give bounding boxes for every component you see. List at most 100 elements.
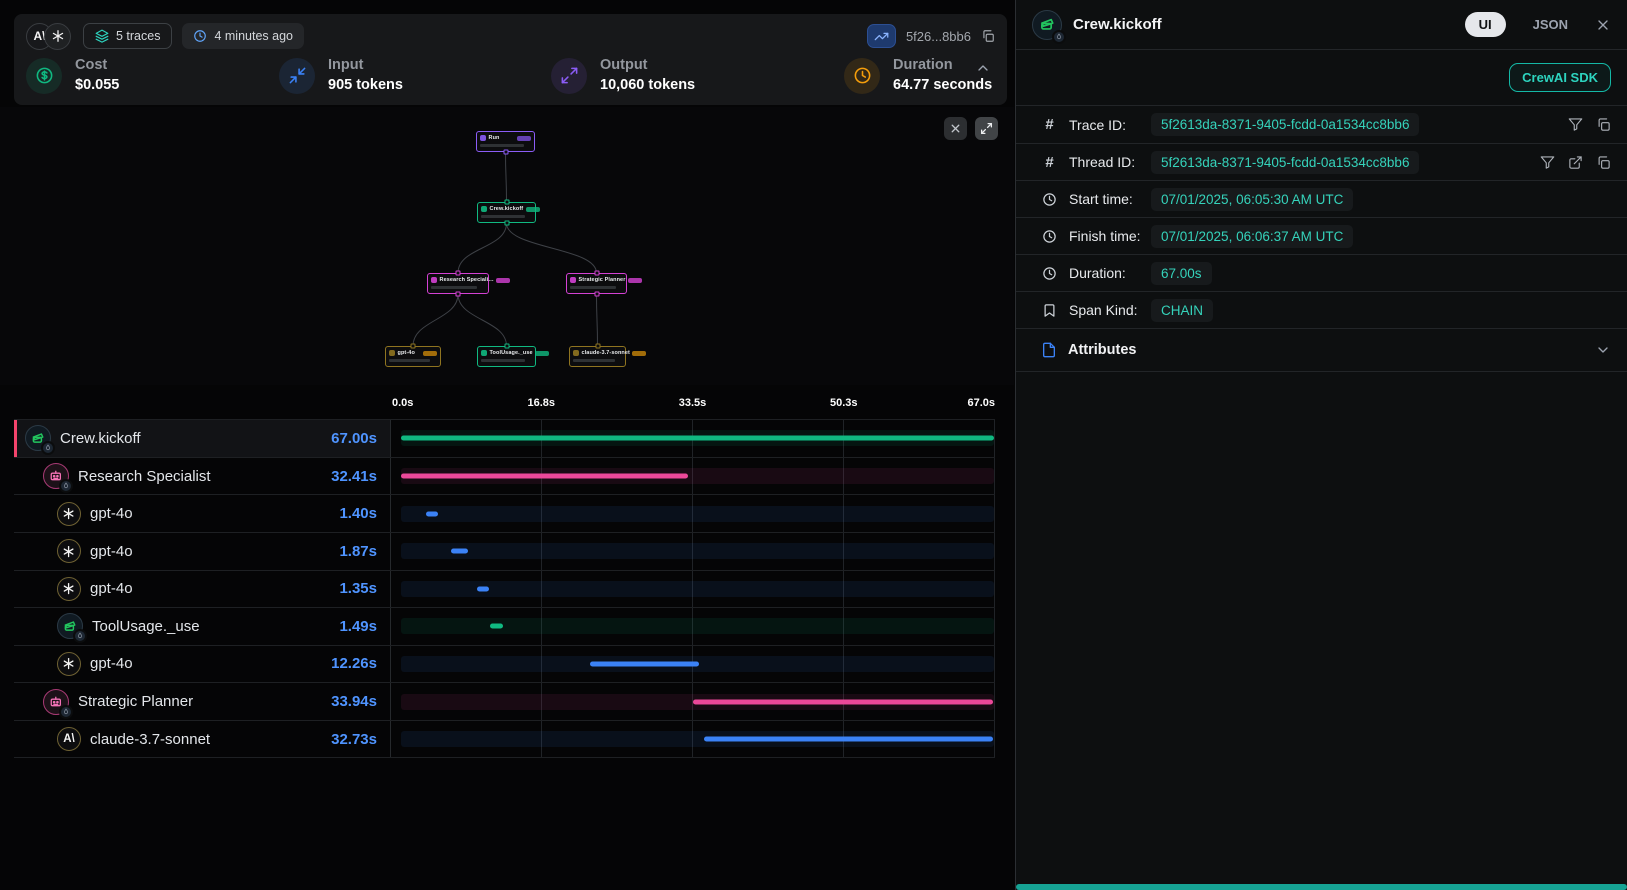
arrows-out-icon [551, 58, 587, 94]
span-name: Strategic Planner [78, 693, 193, 710]
copy-icon[interactable] [1596, 155, 1611, 170]
clock-icon [1041, 266, 1058, 281]
graph-node-claude[interactable]: claude-3.7-sonnet [569, 346, 626, 367]
attributes-section-header[interactable]: Attributes [1016, 328, 1627, 372]
field-label: Span Kind: [1069, 302, 1151, 318]
stat-cost: Cost$0.055 [26, 56, 279, 95]
copy-icon[interactable] [1596, 117, 1611, 132]
node-label: Crew.kickoff [490, 206, 524, 212]
collapse-button[interactable] [975, 60, 991, 79]
timeline-row-label-cell[interactable]: gpt-4o1.87s [14, 533, 390, 570]
timeline-row-label-cell[interactable]: Strategic Planner33.94s [14, 683, 390, 720]
provider-avatars: A\ [26, 23, 71, 50]
timeline-row-label-cell[interactable]: A\claude-3.7-sonnet32.73s [14, 721, 390, 758]
gridline [994, 571, 995, 608]
timeline-row-research-specialist[interactable]: Research Specialist32.41s [14, 457, 995, 495]
node-badge [535, 351, 549, 356]
graph-close-button[interactable] [944, 117, 967, 140]
copy-icon[interactable] [981, 29, 995, 43]
node-badge [632, 351, 646, 356]
field-value[interactable]: 67.00s [1151, 262, 1212, 285]
field-value[interactable]: CHAIN [1151, 299, 1213, 322]
trend-chart-button[interactable] [867, 24, 896, 48]
node-port [456, 292, 461, 297]
timeline-row-label-cell[interactable]: Crew.kickoff67.00s [14, 420, 390, 457]
span-name: Research Specialist [78, 468, 211, 485]
horizontal-scrollbar[interactable] [1016, 884, 1627, 890]
timeline-row-crew-kickoff[interactable]: Crew.kickoff67.00s [14, 419, 995, 457]
timeline-row-label-cell[interactable]: gpt-4o12.26s [14, 646, 390, 683]
clock-icon [1041, 229, 1058, 244]
timeline-row-claude-3-7-sonnet[interactable]: A\claude-3.7-sonnet32.73s [14, 720, 995, 758]
timeline-row-gpt-4o[interactable]: gpt-4o1.87s [14, 532, 995, 570]
timeline-row-strategic-planner[interactable]: Strategic Planner33.94s [14, 682, 995, 720]
field-label: Finish time: [1069, 228, 1151, 244]
node-port [504, 344, 509, 349]
openai-icon [57, 652, 81, 676]
timeline-row-gpt-4o[interactable]: gpt-4o1.35s [14, 570, 995, 608]
span-duration: 1.35s [339, 580, 377, 597]
tab-ui[interactable]: UI [1465, 12, 1506, 37]
timeline-row-label-cell[interactable]: Research Specialist32.41s [14, 458, 390, 495]
field-value[interactable]: 5f2613da-8371-9405-fcdd-0a1534cc8bb6 [1151, 151, 1419, 174]
field-label: Duration: [1069, 265, 1151, 281]
funnel-icon[interactable] [1568, 117, 1583, 132]
timeline-row-toolusage-use[interactable]: ToolUsage._use1.49s [14, 607, 995, 645]
node-port [456, 271, 461, 276]
gridline [994, 420, 995, 457]
node-badge [423, 351, 437, 356]
trace-overview-section: A\ 5 traces 4 minutes ago 5f26...8bb6 Co… [0, 0, 1014, 890]
span-duration: 1.87s [339, 543, 377, 560]
hash-icon: # [1041, 116, 1058, 133]
span-bar [477, 586, 489, 591]
timeline-row-plot [390, 608, 995, 645]
stat-input: Input905 tokens [279, 56, 551, 95]
timeline-row-plot [390, 721, 995, 758]
trace-graph-canvas[interactable]: RunCrew.kickoffResearch Speciali…Strateg… [0, 107, 1014, 385]
graph-node-tool[interactable]: ToolUsage._use [477, 346, 536, 367]
timeline-row-gpt-4o[interactable]: gpt-4o12.26s [14, 645, 995, 683]
gridline [994, 721, 995, 758]
span-name: gpt-4o [90, 505, 133, 522]
close-icon [949, 122, 962, 135]
graph-node-gpt[interactable]: gpt-4o [385, 346, 441, 367]
timeline-row-label-cell[interactable]: gpt-4o1.35s [14, 571, 390, 608]
openai-icon [57, 502, 81, 526]
flame-subbadge-icon [59, 705, 73, 719]
span-track [401, 581, 994, 597]
field-value[interactable]: 07/01/2025, 06:06:37 AM UTC [1151, 225, 1353, 248]
span-fields: #Trace ID:5f2613da-8371-9405-fcdd-0a1534… [1016, 105, 1627, 328]
node-label: ToolUsage._use [490, 350, 533, 356]
tab-json[interactable]: JSON [1533, 17, 1568, 32]
field-value[interactable]: 07/01/2025, 06:05:30 AM UTC [1151, 188, 1353, 211]
expand-icon [980, 122, 993, 135]
clock-icon [1041, 192, 1058, 207]
traces-count-badge[interactable]: 5 traces [83, 23, 172, 49]
timeline-row-gpt-4o[interactable]: gpt-4o1.40s [14, 494, 995, 532]
timeline-axis: 0.0s16.8s33.5s50.3s67.0s [390, 393, 995, 419]
crewai-span-icon [1032, 10, 1062, 40]
node-port [503, 150, 508, 155]
clock-icon [844, 58, 880, 94]
flame-subbadge-icon [59, 479, 73, 493]
panel-title: Crew.kickoff [1073, 16, 1454, 33]
external-icon[interactable] [1568, 155, 1583, 170]
field-value[interactable]: 5f2613da-8371-9405-fcdd-0a1534cc8bb6 [1151, 113, 1419, 136]
gridline [994, 458, 995, 495]
gridline [994, 683, 995, 720]
timeline-row-label-cell[interactable]: gpt-4o1.40s [14, 495, 390, 532]
span-track [401, 543, 994, 559]
timeline-row-label-cell[interactable]: ToolUsage._use1.49s [14, 608, 390, 645]
timeline-row-plot [390, 683, 995, 720]
funnel-icon[interactable] [1540, 155, 1555, 170]
node-label: Run [489, 135, 500, 141]
node-badge [517, 136, 531, 141]
node-caption [480, 144, 524, 147]
graph-expand-button[interactable] [975, 117, 998, 140]
app-root: A\ 5 traces 4 minutes ago 5f26...8bb6 Co… [0, 0, 1627, 890]
stat-label: Cost [75, 56, 119, 76]
span-bar [704, 737, 994, 742]
axis-tick-label: 50.3s [830, 397, 858, 409]
panel-close-button[interactable] [1595, 17, 1611, 33]
node-type-icon [570, 277, 576, 283]
